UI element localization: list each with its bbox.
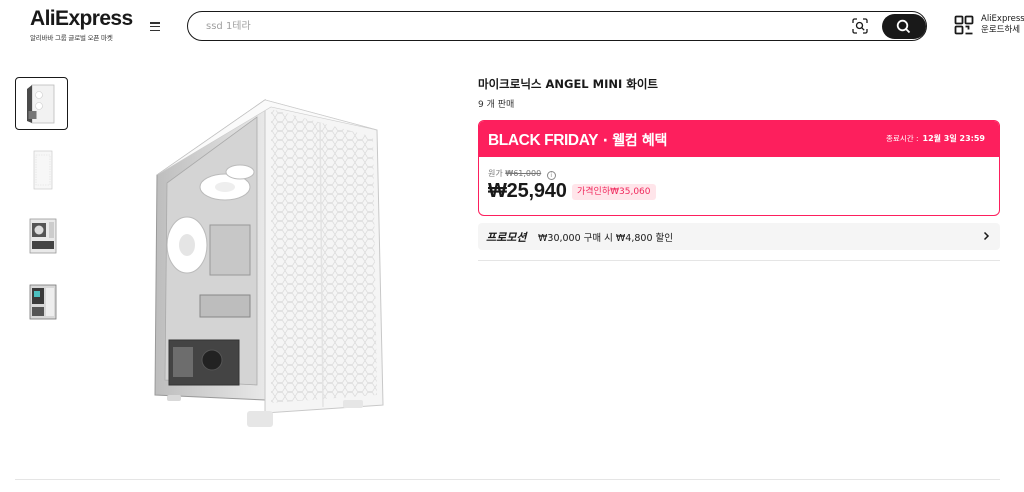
thumbnail-gallery <box>15 77 69 341</box>
sold-count: 9 개 판매 <box>478 100 515 110</box>
deal-end-value: 12월 3일 23:59 <box>922 134 985 143</box>
thumbnail-side-view[interactable] <box>15 143 68 196</box>
search-input[interactable] <box>206 17 806 35</box>
info-icon[interactable]: i <box>546 171 556 180</box>
app-download[interactable]: AliExpress 운로드하세 <box>954 14 1024 38</box>
deal-title: BLACK FRIDAY · 웰컴 혜택 <box>488 130 667 150</box>
deal-title-kr: 웰컴 혜택 <box>612 133 668 149</box>
image-search-icon[interactable] <box>851 17 869 35</box>
bottom-divider <box>15 479 1000 480</box>
promotion-label: 프로모션 <box>486 231 527 244</box>
thumbnail-rear-view[interactable] <box>15 275 68 328</box>
deal-box: BLACK FRIDAY · 웰컴 혜택 종료시간 :12월 3일 23:59 … <box>478 120 1000 216</box>
search-bar <box>187 11 927 41</box>
thumbnail-front-view[interactable] <box>15 77 68 130</box>
info-divider <box>478 260 1000 261</box>
deal-title-en: BLACK FRIDAY <box>488 132 599 149</box>
original-price: ₩61,000 <box>505 169 542 178</box>
original-price-label: 원가 <box>488 169 503 178</box>
logo-text: AliExpress <box>30 7 133 30</box>
header: AliExpress 알리바바 그룹 글로벌 오픈 마켓 ssd 1테라 Ali… <box>0 0 1024 52</box>
qr-code-icon <box>954 15 974 35</box>
deal-end-time: 종료시간 :12월 3일 23:59 <box>886 133 985 144</box>
product-title: 마이크로닉스 ANGEL MINI 화이트 <box>478 77 659 91</box>
aliexpress-logo[interactable]: AliExpress 알리바바 그룹 글로벌 오픈 마켓 <box>30 7 133 44</box>
search-button[interactable] <box>882 14 926 39</box>
current-price: ₩25,940 <box>488 180 567 202</box>
app-download-text: AliExpress 운로드하세 <box>981 14 1024 36</box>
hamburger-icon[interactable] <box>150 22 160 32</box>
promotion-row[interactable]: 프로모션 ₩30,000 구매 시 ₩4,800 할인 <box>478 223 1000 250</box>
discount-badge: 가격인하₩35,060 <box>572 184 656 200</box>
original-price-row: 원가 ₩61,000 i <box>488 168 556 180</box>
deal-end-label: 종료시간 : <box>886 134 919 143</box>
app-line-1: AliExpress <box>981 14 1024 24</box>
logo-subtitle: 알리바바 그룹 글로벌 오픈 마켓 <box>30 34 113 42</box>
chevron-right-icon <box>983 231 990 241</box>
search-icon <box>896 19 911 34</box>
promotion-text: ₩30,000 구매 시 ₩4,800 할인 <box>538 233 674 244</box>
deal-header: BLACK FRIDAY · 웰컴 혜택 종료시간 :12월 3일 23:59 <box>479 121 999 157</box>
deal-title-sep: · <box>598 133 613 149</box>
thumbnail-interior-view[interactable] <box>15 209 68 262</box>
main-product-image[interactable] <box>145 95 395 430</box>
app-line-2: 운로드하세 <box>981 25 1021 35</box>
